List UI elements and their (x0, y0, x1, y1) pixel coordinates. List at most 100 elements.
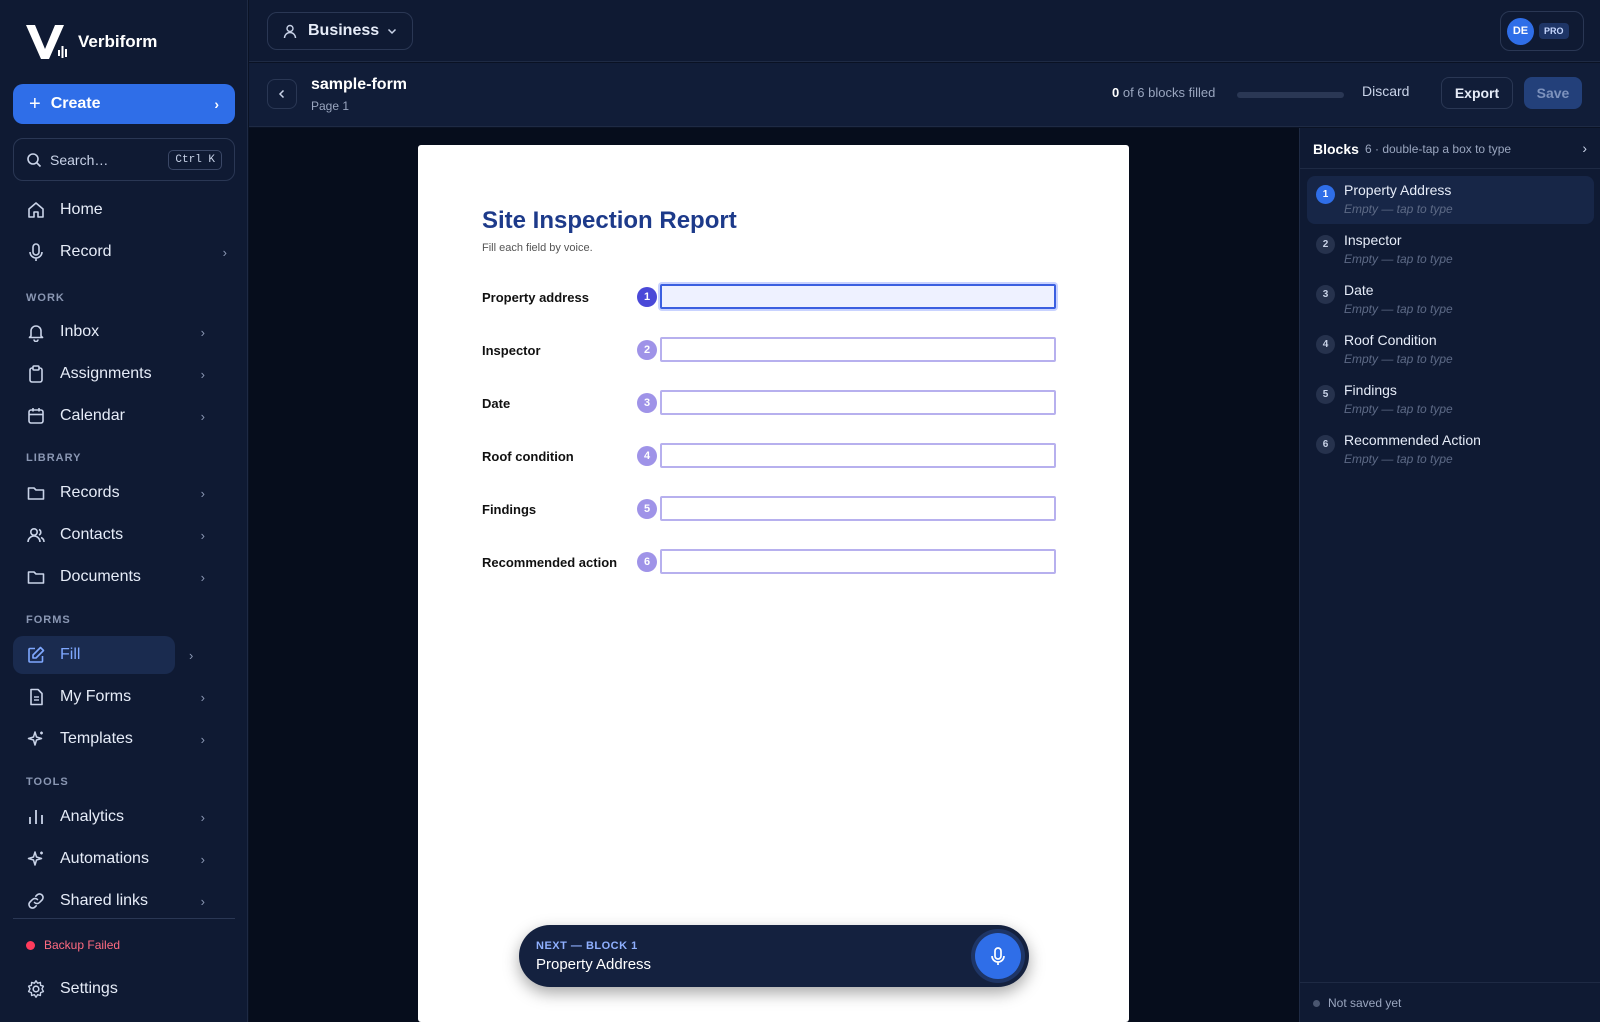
sidebar-item-label: Fill (60, 646, 81, 663)
sidebar-item-automations[interactable]: Automations › (13, 840, 213, 878)
form-field-row: Inspector 2 (482, 335, 1062, 365)
sidebar-divider (13, 918, 235, 919)
search-icon (26, 152, 42, 168)
bell-icon (26, 322, 46, 342)
block-number-badge: 1 (1316, 185, 1335, 204)
form-subtitle: Fill each field by voice. (482, 242, 593, 254)
file-icon (26, 687, 46, 707)
block-number-badge: 3 (1316, 285, 1335, 304)
block-item-date[interactable]: 3 Date Empty — tap to type (1307, 276, 1594, 324)
field-label: Inspector (482, 343, 541, 358)
export-button[interactable]: Export (1441, 77, 1513, 109)
avatar: DE (1507, 17, 1534, 45)
findings-field[interactable] (660, 496, 1056, 521)
chevron-right-icon: › (200, 809, 205, 825)
next-block-kicker: NEXT — BLOCK 1 (536, 940, 638, 952)
brand[interactable]: Verbiform (24, 22, 157, 62)
sidebar-item-record[interactable]: Record › (13, 233, 235, 271)
chevron-right-icon: › (200, 569, 205, 585)
block-status: Empty — tap to type (1344, 202, 1453, 216)
sidebar-item-label: Inbox (60, 323, 100, 340)
collapse-panel-button[interactable]: › (1582, 140, 1587, 156)
block-item-findings[interactable]: 5 Findings Empty — tap to type (1307, 376, 1594, 424)
sidebar-item-contacts[interactable]: Contacts › (13, 516, 213, 554)
user-menu[interactable]: DE PRO (1500, 11, 1584, 51)
mic-icon (991, 947, 1005, 965)
block-item-property-address[interactable]: 1 Property Address Empty — tap to type (1307, 176, 1594, 224)
mic-button[interactable] (975, 933, 1021, 979)
sidebar-item-label: Record (60, 243, 112, 260)
sidebar-item-label: Analytics (60, 808, 125, 825)
sidebar-item-assignments[interactable]: Assignments › (13, 355, 213, 393)
sidebar-item-label: Documents (60, 568, 141, 585)
block-item-recommended-action[interactable]: 6 Recommended Action Empty — tap to type (1307, 426, 1594, 474)
form-page: Site Inspection Report Fill each field b… (418, 145, 1129, 1022)
discard-button[interactable]: Discard (1362, 83, 1409, 99)
save-button[interactable]: Save (1524, 77, 1582, 109)
chevron-left-icon (278, 89, 285, 99)
folder-icon (26, 483, 46, 503)
sidebar-item-home[interactable]: Home (13, 191, 213, 229)
sidebar-item-label: Shared links (60, 892, 149, 909)
block-number-badge: 5 (1316, 385, 1335, 404)
voice-prompt-bar: NEXT — BLOCK 1 Property Address (519, 925, 1029, 987)
sidebar-item-records[interactable]: Records › (13, 474, 213, 512)
user-icon (282, 23, 298, 39)
link-icon (26, 891, 46, 911)
block-name: Property Address (1344, 182, 1452, 198)
field-number-badge: 5 (637, 499, 657, 519)
sidebar-item-my-forms[interactable]: My Forms › (13, 678, 213, 716)
roof-condition-field[interactable] (660, 443, 1056, 468)
section-label-library: LIBRARY (26, 452, 82, 464)
block-name: Inspector (1344, 232, 1402, 248)
block-item-inspector[interactable]: 2 Inspector Empty — tap to type (1307, 226, 1594, 274)
block-number-badge: 2 (1316, 235, 1335, 254)
date-field[interactable] (660, 390, 1056, 415)
sidebar-item-documents[interactable]: Documents › (13, 558, 213, 596)
chevron-right-icon: › (200, 366, 205, 382)
field-label: Date (482, 396, 511, 411)
block-name: Recommended Action (1344, 432, 1481, 448)
backup-status[interactable]: Backup Failed (26, 938, 120, 952)
block-name: Roof Condition (1344, 332, 1437, 348)
sidebar-item-calendar[interactable]: Calendar › (13, 397, 213, 435)
block-status: Empty — tap to type (1344, 452, 1453, 466)
blocks-count-hint: 6 · double-tap a box to type (1365, 142, 1512, 156)
next-block-name: Property Address (536, 956, 652, 973)
property-address-field[interactable] (660, 284, 1056, 309)
recommended-action-field[interactable] (660, 549, 1056, 574)
chevron-right-icon: › (200, 851, 205, 867)
section-label-work: WORK (26, 292, 65, 304)
sidebar-item-inbox[interactable]: Inbox › (13, 313, 213, 351)
edit-icon (26, 645, 46, 665)
top-bar: Business DE PRO (249, 0, 1600, 62)
sidebar-item-fill[interactable]: Fill › (13, 636, 193, 674)
form-field-row: Recommended action 6 (482, 547, 1062, 577)
block-item-roof-condition[interactable]: 4 Roof Condition Empty — tap to type (1307, 326, 1594, 374)
block-name: Findings (1344, 382, 1397, 398)
sidebar-item-label: Contacts (60, 526, 124, 543)
workspace-switcher[interactable]: Business (267, 12, 413, 50)
block-number-badge: 6 (1316, 435, 1335, 454)
sidebar-item-label: Records (60, 484, 120, 501)
calendar-icon (26, 406, 46, 426)
block-number-badge: 4 (1316, 335, 1335, 354)
sidebar-item-templates[interactable]: Templates › (13, 720, 213, 758)
sidebar-item-settings[interactable]: Settings (13, 970, 213, 1008)
chevron-right-icon: › (200, 689, 205, 705)
create-button[interactable]: + Create › (13, 84, 235, 124)
form-title: Site Inspection Report (482, 207, 737, 234)
plus-icon: + (29, 93, 41, 115)
back-button[interactable] (267, 79, 297, 109)
sidebar-item-analytics[interactable]: Analytics › (13, 798, 213, 836)
status-dot-icon (1313, 1000, 1320, 1007)
clipboard-icon (26, 364, 46, 384)
form-field-row: Date 3 (482, 388, 1062, 418)
chevron-right-icon: › (189, 647, 194, 663)
inspector-field[interactable] (660, 337, 1056, 362)
search-input[interactable] (50, 151, 150, 168)
mic-icon (26, 242, 46, 262)
search-box[interactable]: Ctrl K (13, 138, 235, 181)
sidebar-item-label: Templates (60, 730, 133, 747)
sidebar-item-shared-links[interactable]: Shared links › (13, 882, 213, 920)
